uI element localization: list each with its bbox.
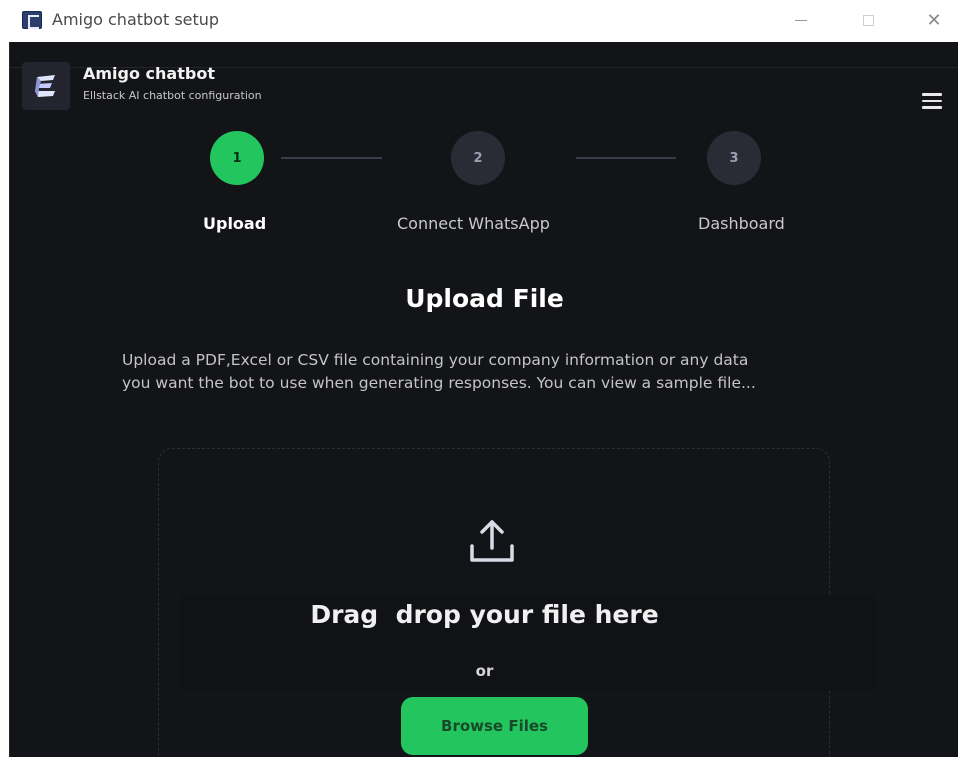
close-button[interactable]: ✕ [912, 4, 956, 36]
step-3-indicator[interactable]: 3 [707, 131, 761, 185]
maximize-button[interactable] [846, 4, 890, 36]
minimize-icon [795, 19, 807, 21]
description-line-1: Upload a PDF,Excel or CSV file containin… [122, 351, 749, 369]
menu-bar-top [922, 93, 942, 96]
step-2-indicator[interactable]: 2 [451, 131, 505, 185]
step-1-indicator[interactable]: 1 [210, 131, 264, 185]
menu-bar-middle [922, 99, 942, 102]
page-title: Upload File [405, 284, 564, 313]
step-connector-1 [281, 157, 382, 159]
step-connector-2 [576, 157, 676, 159]
app-window: Amigo chatbot Ellstack AI chatbot config… [9, 42, 958, 757]
app-name: Amigo chatbot [83, 64, 215, 83]
hamburger-menu-icon[interactable] [922, 93, 942, 109]
drop-instruction: Drag drop your file here [310, 600, 659, 629]
window-title: Amigo chatbot setup [52, 10, 220, 29]
browse-files-button[interactable]: Browse Files [401, 697, 588, 755]
maximize-icon [862, 14, 874, 26]
page-description: Upload a PDF,Excel or CSV file containin… [122, 349, 842, 395]
close-icon: ✕ [926, 9, 942, 31]
app-subtitle: Ellstack AI chatbot configuration [83, 89, 262, 102]
minimize-button[interactable] [779, 4, 823, 36]
description-line-2: you want the bot to use when generating … [122, 374, 756, 392]
or-separator: or [475, 662, 494, 680]
step-3-label: Dashboard [698, 214, 785, 233]
menu-bar-bottom [922, 106, 942, 109]
ellstack-logo-svg [35, 75, 55, 97]
app-logo-icon [22, 11, 42, 29]
step-2-label: Connect WhatsApp [397, 214, 550, 233]
step-1-label: Upload [203, 214, 267, 233]
upload-icon [470, 520, 514, 562]
window-titlebar: Amigo chatbot setup ✕ [0, 0, 958, 42]
ellstack-logo-icon [22, 62, 70, 110]
